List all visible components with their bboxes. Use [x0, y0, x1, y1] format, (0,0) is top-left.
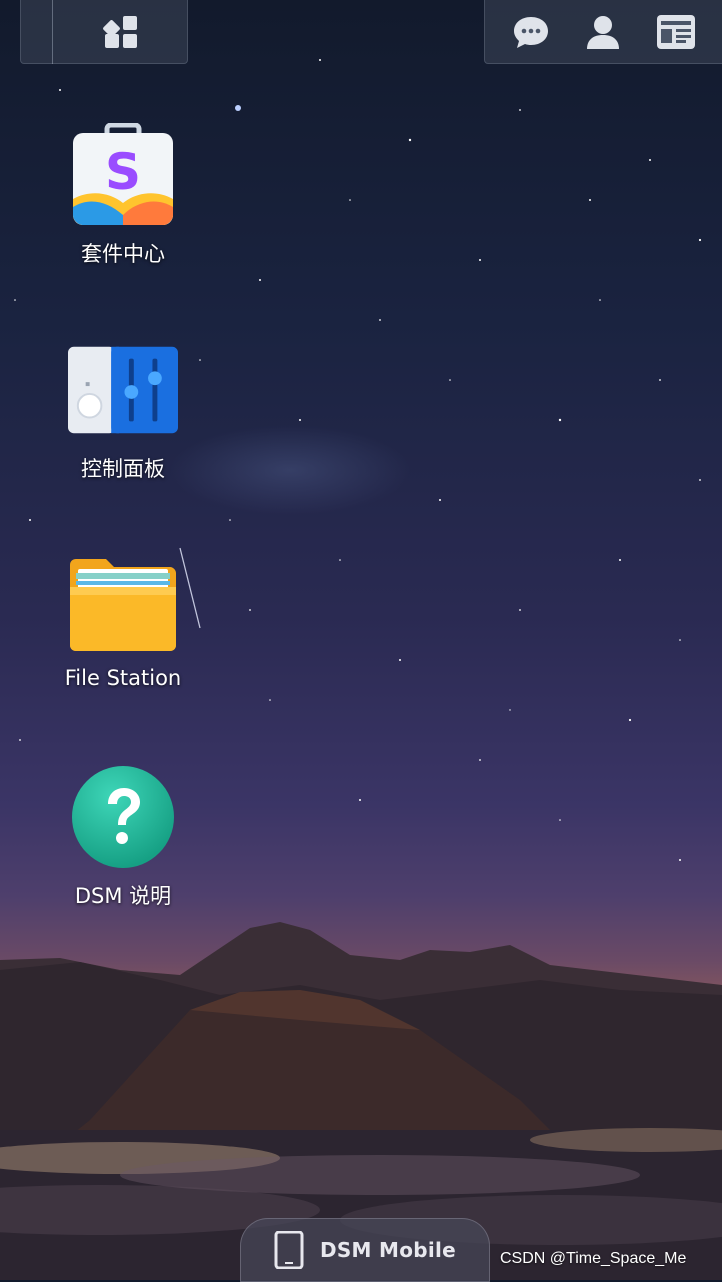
dsm-mobile-label: DSM Mobile	[319, 1238, 457, 1262]
user-button[interactable]	[581, 10, 625, 54]
desktop-app-package-center[interactable]: S 套件中心	[48, 120, 198, 268]
package-center-icon: S	[73, 123, 173, 225]
chat-bubble-icon	[514, 16, 549, 48]
widgets-panel-icon	[656, 14, 695, 49]
watermark-text: CSDN @Time_Space_Me	[500, 1250, 687, 1267]
taskbar-right	[484, 0, 722, 64]
app-label: DSM 说明	[74, 884, 172, 908]
app-label: File Station	[64, 666, 182, 690]
help-question-icon	[72, 766, 174, 868]
taskbar-left	[20, 0, 188, 64]
mobile-device-icon	[274, 1231, 304, 1269]
app-label: 套件中心	[81, 242, 165, 266]
taskbar-divider	[52, 0, 53, 64]
desktop-app-dsm-help[interactable]: DSM 说明	[48, 762, 198, 910]
main-menu-grid-icon	[103, 16, 137, 48]
folder-icon	[70, 559, 176, 651]
desktop-app-control-panel[interactable]: 控制面板	[48, 335, 198, 483]
desktop-app-file-station[interactable]: File Station	[48, 548, 198, 690]
notifications-button[interactable]	[509, 10, 553, 54]
main-menu-button[interactable]	[101, 12, 141, 52]
svg-text:S: S	[105, 143, 141, 201]
dsm-mobile-button[interactable]: DSM Mobile	[240, 1218, 490, 1282]
app-label: 控制面板	[81, 457, 165, 481]
control-panel-icon	[68, 346, 178, 434]
user-icon	[587, 15, 620, 49]
widgets-button[interactable]	[654, 10, 698, 54]
